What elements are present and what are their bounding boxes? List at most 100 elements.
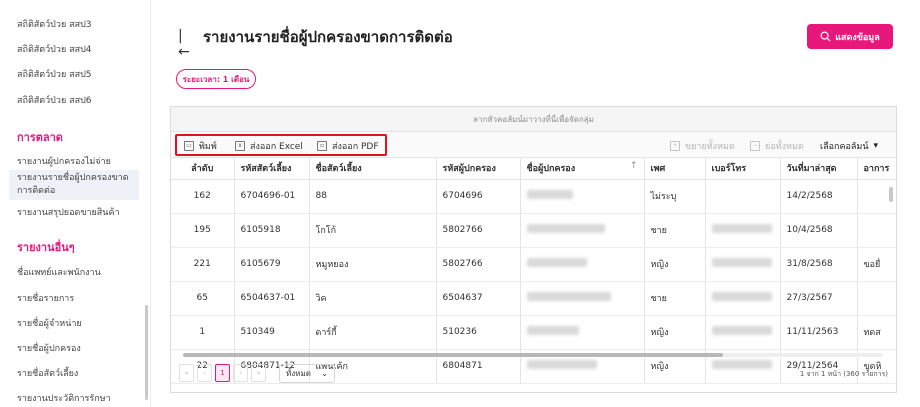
export-excel-button[interactable]: x ส่งออก Excel (235, 139, 303, 153)
row-pet-name: หมูหยอง (309, 247, 437, 282)
row-phone (705, 281, 781, 316)
row-pet-name: วิค (309, 281, 437, 316)
data-table: ลำดับ รหัสสัตว์เลี้ยง ชื่อสัตว์เลี้ยง รห… (171, 158, 896, 384)
row-owner-name (520, 213, 645, 248)
pdf-file-icon: ▫ (317, 141, 327, 151)
chevron-down-icon: ⌄ (321, 368, 328, 378)
row-owner-id: 5802766 (436, 213, 521, 248)
row-no: 1 (171, 315, 235, 350)
column-header-pet-id[interactable]: รหัสสัตว์เลี้ยง (234, 158, 310, 180)
redacted-text (526, 190, 573, 199)
printer-icon: ▭ (184, 141, 194, 151)
sidebar-item-sick-stats-6[interactable]: สถิติสัตว์ป่วย สสป6 (17, 93, 92, 107)
sidebar-item-sick-stats-3[interactable]: สถิติสัตว์ป่วย สสป3 (17, 17, 92, 31)
page-size-value: ทั้งหมด (286, 368, 311, 378)
row-pet-id: 6105679 (234, 247, 310, 282)
row-pet-id: 510349 (234, 315, 310, 350)
table-header-row: ลำดับ รหัสสัตว์เลี้ยง ชื่อสัตว์เลี้ยง รห… (171, 158, 896, 180)
expand-icon: + (670, 141, 680, 151)
row-owner-name (520, 247, 645, 282)
row-sex: ชาย (644, 213, 706, 248)
table-row[interactable]: 65 6504637-01 วิค 6504637 ชาย 27/3/2567 (171, 281, 896, 316)
row-symptom (857, 213, 896, 248)
row-sex: หญิง (644, 247, 706, 282)
row-last-visit: 11/11/2563 (780, 315, 858, 350)
sort-ascending-icon: ↑ (629, 161, 638, 172)
row-phone (705, 179, 781, 214)
column-header-phone[interactable]: เบอร์โทร (705, 158, 781, 180)
row-owner-id: 6704696 (436, 179, 521, 214)
redacted-text (711, 258, 772, 267)
export-pdf-label: ส่งออก PDF (332, 142, 379, 152)
print-button[interactable]: ▭ พิมพ์ (184, 139, 217, 153)
row-pet-id: 6704696-01 (234, 179, 310, 214)
sidebar-scrollbar[interactable] (145, 305, 148, 400)
row-pet-name: 88 (309, 179, 437, 214)
sidebar-section-other: รายงานอื่นๆ (17, 241, 75, 254)
column-header-last-visit[interactable]: วันที่มาล่าสุด (780, 158, 858, 180)
row-sex: หญิง (644, 315, 706, 350)
sidebar-item-owners[interactable]: รายชื่อผู้ปกครอง (17, 341, 81, 355)
column-header-owner-name[interactable]: ชื่อผู้ปกครอง ↑ (520, 158, 645, 180)
show-data-button[interactable]: แสดงข้อมูล (807, 24, 893, 49)
table-row[interactable]: 1 510349 ดาร์กี้ 510236 หญิง 11/11/2563 ทดส (171, 315, 896, 350)
next-page-button[interactable]: › (233, 364, 248, 382)
print-label: พิมพ์ (199, 142, 217, 152)
column-header-symptom[interactable]: อาการ (857, 158, 896, 180)
redacted-text (711, 360, 772, 369)
period-badge[interactable]: ระยะเวลา: 1 เดือน (176, 69, 256, 89)
table-row[interactable]: 221 6105679 หมูหยอง 5802766 หญิง 31/8/2568 ขอย… (171, 247, 896, 282)
sidebar-item-treatment-history[interactable]: รายงานประวัติการรักษา (17, 391, 111, 405)
sidebar-section-marketing: การตลาด (17, 131, 63, 144)
column-header-sex[interactable]: เพศ (644, 158, 706, 180)
pager-info: 1 จาก 1 หน้า (360 รายการ) (799, 370, 888, 378)
sidebar-item-lost-contact-owners[interactable]: รายงานรายชื่อผู้ปกครองขาดการติดต่อ (9, 170, 139, 200)
row-no: 221 (171, 247, 235, 282)
column-header-owner-id[interactable]: รหัสผู้ปกครอง (436, 158, 521, 180)
group-panel-hint[interactable]: ลากหัวคอลัมน์มาวางที่นี่เพื่อจัดกลุ่ม (171, 107, 896, 132)
row-no: 162 (171, 179, 235, 214)
redacted-text (711, 224, 772, 233)
pager: « ‹ 1 › » ทั้งหมด ⌄ (179, 363, 335, 383)
column-header-no[interactable]: ลำดับ (171, 158, 235, 180)
row-symptom: ทดส (857, 315, 896, 350)
page-1-button[interactable]: 1 (215, 364, 230, 382)
table-row[interactable]: 195 6105918 โกโก้ 5802766 ชาย 10/4/2568 (171, 213, 896, 248)
row-sex: ไม่ระบุ (644, 179, 706, 214)
row-pet-id: 6105918 (234, 213, 310, 248)
column-header-pet-name[interactable]: ชื่อสัตว์เลี้ยง (309, 158, 437, 180)
search-icon (820, 31, 831, 42)
first-page-button[interactable]: « (179, 364, 194, 382)
row-phone (705, 315, 781, 350)
redacted-text (526, 326, 579, 335)
row-no: 195 (171, 213, 235, 248)
page-size-select[interactable]: ทั้งหมด ⌄ (279, 363, 335, 383)
collapse-all-button[interactable]: − ย่อทั้งหมด (750, 139, 804, 153)
sidebar-item-doctors-staff[interactable]: ชื่อแพทย์และพนักงาน (17, 265, 101, 279)
sidebar-item-unpaid-owners[interactable]: รายงานผู้ปกครองไม่จ่าย (17, 154, 111, 168)
row-no: 65 (171, 281, 235, 316)
expand-all-button[interactable]: + ขยายทั้งหมด (670, 139, 735, 153)
choose-columns-button[interactable]: เลือกคอลัมน์ ▾ (820, 139, 878, 153)
redacted-text (526, 360, 597, 369)
row-owner-name (520, 281, 645, 316)
export-pdf-button[interactable]: ▫ ส่งออก PDF (317, 139, 379, 153)
row-owner-id: 5802766 (436, 247, 521, 282)
row-pet-id: 6504637-01 (234, 281, 310, 316)
sidebar-item-pets[interactable]: รายชื่อสัตว์เลี้ยง (17, 366, 78, 380)
row-phone (705, 213, 781, 248)
grid-vertical-scrollbar[interactable] (889, 187, 893, 202)
row-sex: ชาย (644, 281, 706, 316)
collapse-back-icon[interactable]: |← (178, 28, 194, 60)
last-page-button[interactable]: » (251, 364, 266, 382)
sidebar-item-sales-summary[interactable]: รายงานสรุปยอดขายสินค้า (17, 205, 120, 219)
table-row[interactable]: 162 6704696-01 88 6704696 ไม่ระบุ 14/2/2568 (171, 179, 896, 214)
sidebar-item-sick-stats-5[interactable]: สถิติสัตว์ป่วย สสป5 (17, 67, 92, 81)
prev-page-button[interactable]: ‹ (197, 364, 212, 382)
row-symptom (857, 281, 896, 316)
row-owner-name (520, 315, 645, 350)
sidebar-item-sick-stats-4[interactable]: สถิติสัตว์ป่วย สสป4 (17, 42, 92, 56)
sidebar-item-items[interactable]: รายชื่อรายการ (17, 291, 74, 305)
sidebar-item-suppliers[interactable]: รายชื่อผู้จำหน่าย (17, 316, 82, 330)
grid-horizontal-scrollbar[interactable] (183, 353, 723, 357)
